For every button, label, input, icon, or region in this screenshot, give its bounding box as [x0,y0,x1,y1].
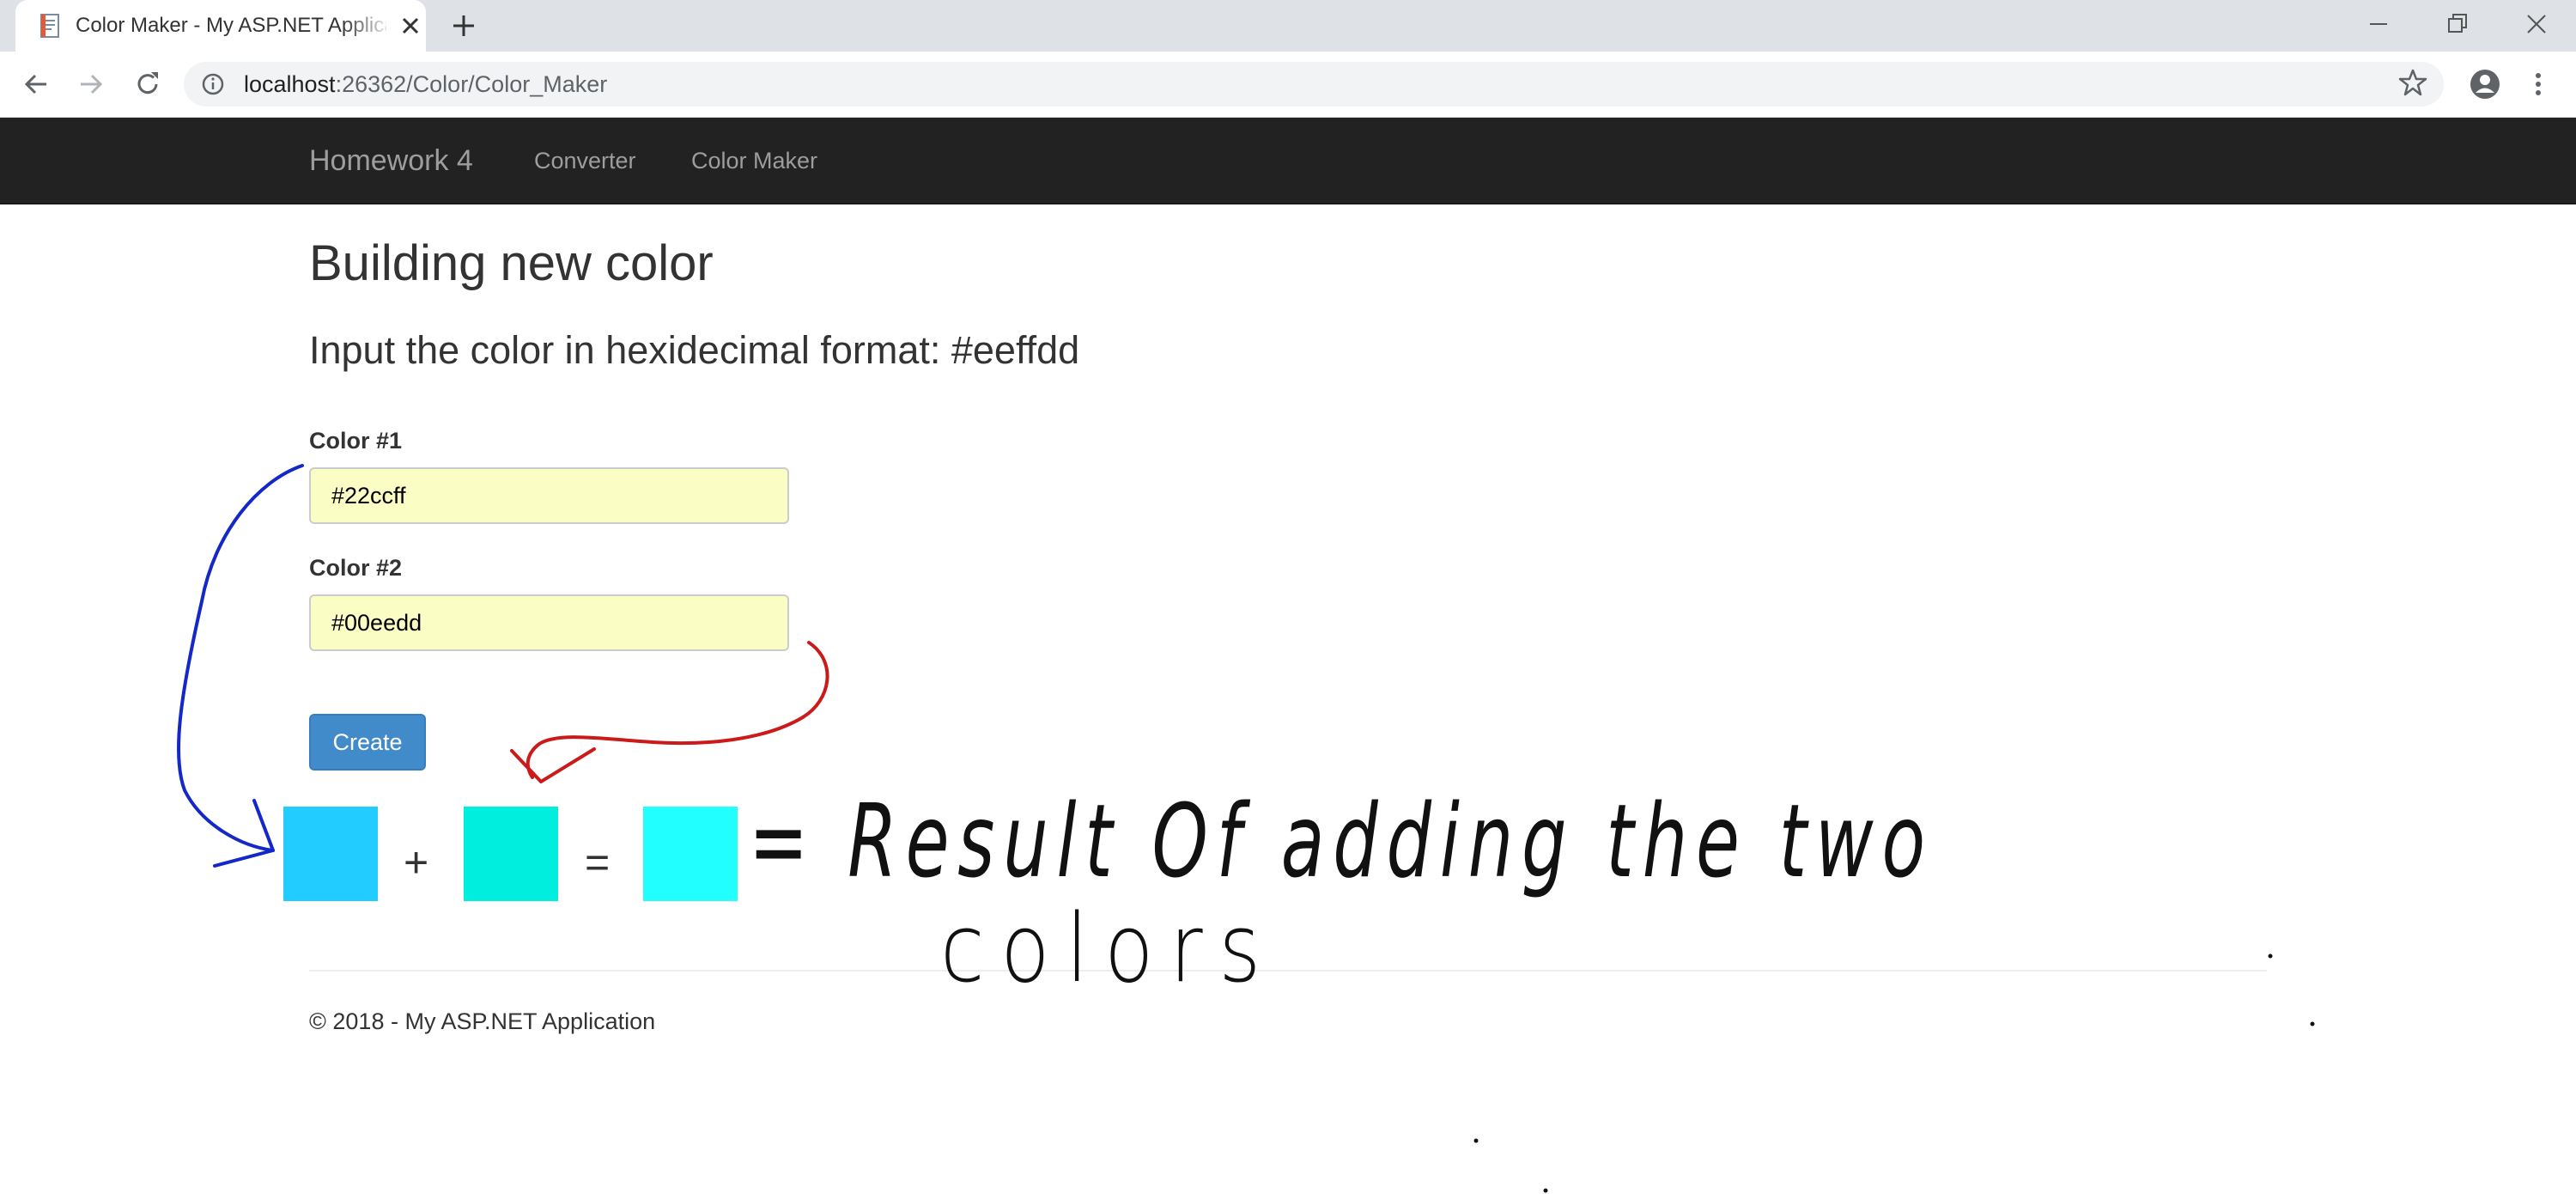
url-host: localhost [244,71,336,97]
red-arrowhead [510,747,596,783]
back-arrow-icon[interactable] [19,67,53,101]
ink-dot [1543,1188,1548,1193]
nav-link-converter[interactable]: Converter [534,147,636,174]
site-info-icon[interactable] [201,72,225,96]
site-navbar: Homework 4 Converter Color Maker [0,118,2576,204]
color1-label: Color #1 [309,428,403,454]
instruction-text: Input the color in hexidecimal format: #… [309,328,1080,372]
ink-dot [2310,1021,2315,1026]
browser-tab-strip: Color Maker - My ASP.NET Application [0,0,2576,52]
browser-menu-icon[interactable] [2526,67,2550,101]
color2-label: Color #2 [309,555,403,581]
equals-sign: = [585,838,611,886]
color1-swatch [283,807,378,901]
blue-annotation-arrow [176,464,304,852]
handwriting-line-2: colors [940,893,1277,1003]
page-title: Building new color [309,235,714,291]
forward-arrow-icon[interactable] [74,67,108,101]
plus-sign: + [404,838,429,886]
url-text: localhost:26362/Color/Color_Maker [244,71,607,97]
close-tab-icon[interactable] [397,12,424,40]
restore-window-icon[interactable] [2440,7,2475,41]
reload-icon[interactable] [131,67,165,101]
footer-copyright: © 2018 - My ASP.NET Application [309,1008,656,1034]
tab-title-fade [342,9,393,43]
red-annotation-arrow [526,641,829,779]
footer-divider [309,970,2267,972]
nav-link-color-maker[interactable]: Color Maker [691,147,817,174]
color2-swatch [464,807,558,901]
ink-dot [1473,1138,1479,1143]
new-tab-icon[interactable] [447,9,481,43]
brand-link[interactable]: Homework 4 [309,143,473,178]
address-bar[interactable]: localhost:26362/Color/Color_Maker [184,62,2444,107]
close-window-icon[interactable] [2519,7,2554,41]
create-button[interactable]: Create [309,714,426,771]
ink-dot [2268,953,2273,959]
result-swatch [643,807,738,901]
tab-title: Color Maker - My ASP.NET Application [76,14,386,37]
handwriting-line-1: = Result Of adding the two [749,782,1934,900]
minimize-window-icon[interactable] [2361,7,2396,41]
profile-avatar-icon[interactable] [2466,65,2504,103]
page-favicon-icon [40,14,59,38]
url-path: :26362/Color/Color_Maker [335,71,608,97]
color2-input[interactable] [309,594,789,651]
color1-input[interactable] [309,467,789,524]
blue-arrowhead [213,799,275,868]
browser-toolbar: localhost:26362/Color/Color_Maker [0,52,2576,118]
browser-tab[interactable]: Color Maker - My ASP.NET Application [15,0,426,52]
bookmark-star-icon[interactable] [2396,65,2430,100]
